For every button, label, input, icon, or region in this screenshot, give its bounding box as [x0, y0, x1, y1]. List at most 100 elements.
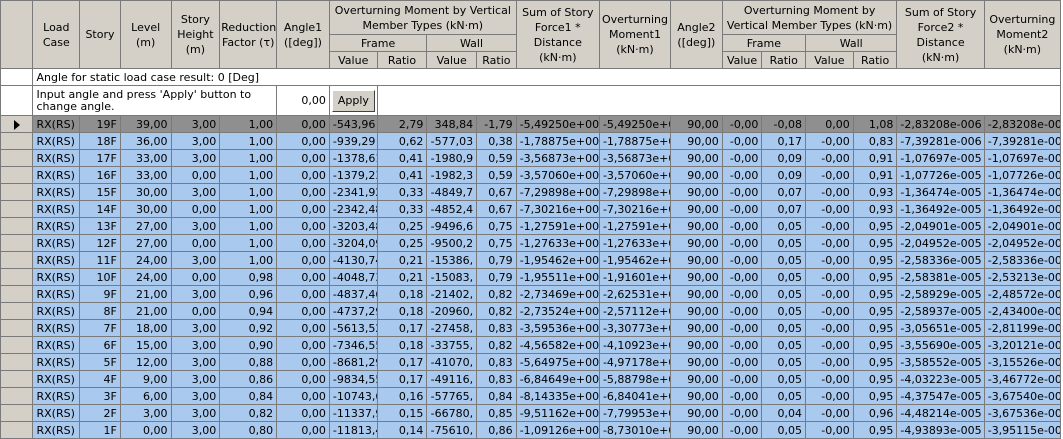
cell-story[interactable]: 7F — [79, 319, 121, 337]
cell-level[interactable]: 21,00 — [119, 302, 172, 320]
cell-wall1-ratio[interactable]: 0,85 — [476, 404, 517, 422]
cell-story-height[interactable]: 0,00 — [170, 268, 221, 286]
cell-otm2[interactable]: -2,48572e-00 — [983, 285, 1062, 303]
cell-otm2[interactable]: -3,15526e-00 — [983, 353, 1062, 371]
cell-load-case[interactable]: RX(RS) — [32, 234, 81, 252]
cell-load-case[interactable]: RX(RS) — [32, 353, 81, 371]
cell-wall2-value[interactable]: -0,00 — [805, 421, 854, 439]
cell-frame2-value[interactable]: -0,00 — [721, 132, 763, 150]
cell-angle1[interactable]: 0,00 — [276, 200, 330, 218]
cell-frame2-value[interactable]: -0,00 — [721, 387, 763, 405]
cell-sum-force1[interactable]: -1,27633e+004 — [515, 234, 600, 252]
cell-frame1-value[interactable]: -10743,6 — [328, 387, 378, 405]
cell-otm2[interactable]: -3,67536e-00 — [983, 404, 1062, 422]
cell-reduction-factor[interactable]: 1,00 — [219, 251, 278, 269]
cell-angle2[interactable]: 90,00 — [670, 234, 723, 252]
cell-wall1-value[interactable]: -15386, — [426, 251, 478, 269]
cell-otm2[interactable]: -1,36492e-00 — [983, 200, 1062, 218]
cell-otm1[interactable]: -1,95462e+0 — [598, 251, 672, 269]
cell-frame2-value[interactable]: -0,00 — [721, 353, 763, 371]
table-row[interactable]: RX(RS)17F33,003,001,000,00-1378,610,41-1… — [0, 149, 1062, 167]
cell-angle2[interactable]: 90,00 — [670, 370, 723, 388]
cell-story-height[interactable]: 3,00 — [170, 370, 221, 388]
cell-sum-force2[interactable]: -4,93893e-005 — [896, 421, 985, 439]
cell-wall1-value[interactable]: -4849,7 — [426, 183, 478, 201]
cell-frame1-ratio[interactable]: 0,41 — [376, 166, 428, 184]
cell-otm2[interactable]: -3,95115e-00 — [983, 421, 1062, 439]
cell-otm2[interactable]: -3,46772e-00 — [983, 370, 1062, 388]
cell-angle1[interactable]: 0,00 — [276, 268, 330, 286]
cell-otm2[interactable]: -2,04901e-00 — [983, 217, 1062, 235]
cell-wall2-ratio[interactable]: 0,93 — [852, 183, 898, 201]
cell-angle2[interactable]: 90,00 — [670, 132, 723, 150]
cell-angle1[interactable]: 0,00 — [276, 115, 330, 133]
cell-wall2-value[interactable]: -0,00 — [805, 404, 854, 422]
cell-angle2[interactable]: 90,00 — [670, 302, 723, 320]
cell-level[interactable]: 30,00 — [119, 183, 172, 201]
cell-frame1-value[interactable]: -939,29 — [328, 132, 378, 150]
cell-wall2-ratio[interactable]: 0,95 — [852, 353, 898, 371]
cell-frame2-value[interactable]: -0,00 — [721, 217, 763, 235]
cell-frame2-value[interactable]: -0,00 — [721, 251, 763, 269]
cell-level[interactable]: 27,00 — [119, 234, 172, 252]
cell-wall2-ratio[interactable]: 0,91 — [852, 166, 898, 184]
cell-angle1[interactable]: 0,00 — [276, 302, 330, 320]
cell-story-height[interactable]: 3,00 — [170, 183, 221, 201]
row-selector[interactable] — [0, 251, 34, 269]
cell-frame2-value[interactable]: -0,00 — [721, 421, 763, 439]
cell-wall2-ratio[interactable]: 0,95 — [852, 285, 898, 303]
cell-wall1-ratio[interactable]: 0,83 — [476, 353, 517, 371]
cell-level[interactable]: 33,00 — [119, 149, 172, 167]
cell-angle2[interactable]: 90,00 — [670, 268, 723, 286]
cell-frame2-value[interactable]: -0,00 — [721, 336, 763, 354]
cell-story-height[interactable]: 3,00 — [170, 336, 221, 354]
table-row[interactable]: RX(RS)6F15,003,000,900,00-7346,550,18-33… — [0, 336, 1062, 354]
cell-reduction-factor[interactable]: 1,00 — [219, 200, 278, 218]
cell-frame1-value[interactable]: -3204,09 — [328, 234, 378, 252]
row-selector[interactable] — [0, 115, 34, 133]
cell-frame1-ratio[interactable]: 0,15 — [376, 404, 428, 422]
cell-wall1-value[interactable]: -66780, — [426, 404, 478, 422]
cell-load-case[interactable]: RX(RS) — [32, 166, 81, 184]
cell-wall1-value[interactable]: -41070, — [426, 353, 478, 371]
cell-otm2[interactable]: -2,53213e-00 — [983, 268, 1062, 286]
cell-level[interactable]: 0,00 — [119, 421, 172, 439]
col-frame2-ratio[interactable]: Ratio — [761, 51, 807, 69]
cell-story-height[interactable]: 3,00 — [170, 319, 221, 337]
cell-otm1[interactable]: -7,29898e+0 — [598, 183, 672, 201]
cell-reduction-factor[interactable]: 1,00 — [219, 234, 278, 252]
cell-sum-force1[interactable]: -7,29898e+003 — [515, 183, 600, 201]
cell-level[interactable]: 36,00 — [119, 132, 172, 150]
cell-story[interactable]: 10F — [79, 268, 121, 286]
cell-story-height[interactable]: 3,00 — [170, 353, 221, 371]
cell-angle2[interactable]: 90,00 — [670, 166, 723, 184]
cell-frame2-ratio[interactable]: 0,05 — [761, 370, 807, 388]
cell-frame1-value[interactable]: -1379,23 — [328, 166, 378, 184]
cell-wall1-value[interactable]: -75610, — [426, 421, 478, 439]
cell-wall1-ratio[interactable]: 0,67 — [476, 200, 517, 218]
cell-wall1-value[interactable]: -57765, — [426, 387, 478, 405]
cell-otm1[interactable]: -4,97178e+0 — [598, 353, 672, 371]
cell-wall2-value[interactable]: -0,00 — [805, 285, 854, 303]
cell-wall1-ratio[interactable]: 0,79 — [476, 268, 517, 286]
cell-angle1[interactable]: 0,00 — [276, 370, 330, 388]
cell-wall2-value[interactable]: -0,00 — [805, 251, 854, 269]
cell-angle2[interactable]: 90,00 — [670, 149, 723, 167]
cell-story-height[interactable]: 3,00 — [170, 217, 221, 235]
col-otm2[interactable]: Overturning Moment2 (kN·m) — [983, 0, 1062, 69]
cell-otm1[interactable]: -5,88798e+0 — [598, 370, 672, 388]
cell-sum-force1[interactable]: -8,14335e+004 — [515, 387, 600, 405]
cell-frame1-ratio[interactable]: 0,17 — [376, 353, 428, 371]
cell-sum-force1[interactable]: -5,64975e+004 — [515, 353, 600, 371]
cell-wall2-value[interactable]: -0,00 — [805, 132, 854, 150]
cell-sum-force2[interactable]: -2,58336e-005 — [896, 251, 985, 269]
cell-wall1-value[interactable]: -33755, — [426, 336, 478, 354]
cell-frame1-value[interactable]: -5613,52 — [328, 319, 378, 337]
row-selector[interactable] — [0, 387, 34, 405]
cell-wall1-ratio[interactable]: 0,83 — [476, 370, 517, 388]
cell-frame2-value[interactable]: -0,00 — [721, 370, 763, 388]
cell-reduction-factor[interactable]: 0,88 — [219, 353, 278, 371]
cell-story-height[interactable]: 3,00 — [170, 251, 221, 269]
cell-sum-force2[interactable]: -3,05651e-005 — [896, 319, 985, 337]
cell-story[interactable]: 13F — [79, 217, 121, 235]
